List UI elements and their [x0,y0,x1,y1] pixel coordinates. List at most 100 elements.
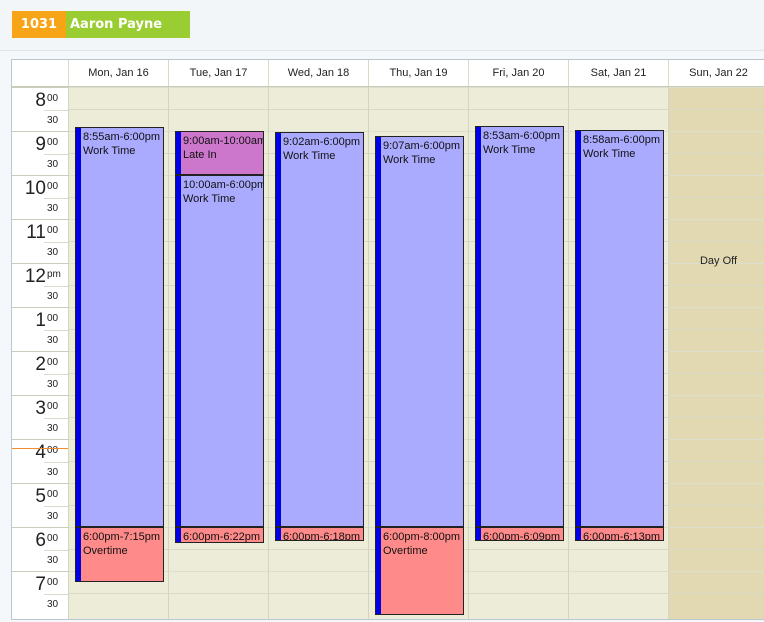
work-event[interactable]: 8:53am-6:00pm Work Time [475,126,564,527]
event-label: Work Time [383,154,436,166]
half-hour-gridline [169,549,268,550]
hour-slot: 2 00 30 [12,351,68,396]
hour-slot: 6 00 30 [12,527,68,572]
hour-number: 8 [35,90,46,111]
day-column[interactable]: 8:53am-6:00pm Work Time 6:00pm-6:09pm [468,87,568,619]
half-hour-gridline [669,241,764,242]
half-hour-gridline [569,593,668,594]
day-column-off[interactable]: Day Off [668,87,764,619]
work-event[interactable]: 8:58am-6:00pm Work Time [575,130,664,527]
day-column[interactable]: 9:00am-10:00am Late In 10:00am-6:00pm Work … [168,87,268,619]
overtime-event[interactable]: 6:00pm-6:18pm [275,527,364,541]
event-status-bar [576,131,581,526]
half-hour-gridline [569,549,668,550]
half-hour-gridline [669,109,764,110]
hour-slot: 10 00 30 [12,175,68,220]
half-hour-tick [44,198,68,199]
current-time-marker [12,448,68,449]
employee-bar: 1031 Aaron Payne [0,0,764,51]
event-status-bar [76,528,81,581]
hour-gridline [369,131,468,132]
hour-gridline [669,87,764,88]
hour-number: 7 [35,574,46,595]
overtime-event[interactable]: 6:00pm-6:09pm [475,527,564,541]
half-hour-gridline [69,593,168,594]
overtime-event[interactable]: 6:00pm-7:15pm Overtime [75,527,164,582]
event-time: 6:00pm-6:09pm [483,531,561,541]
day-column[interactable]: 9:07am-6:00pm Work Time 6:00pm-8:00pm Overt… [368,87,468,619]
half-hour-tick [44,110,68,111]
half-hour-label: 30 [47,379,59,390]
hour-slot: 1 00 30 [12,307,68,352]
day-column[interactable]: 8:55am-6:00pm Work Time 6:00pm-7:15pm Overt… [68,87,168,619]
event-label: Work Time [483,144,536,156]
half-hour-gridline [669,329,764,330]
hour-suffix: 00 [47,357,59,368]
half-hour-label: 30 [47,423,59,434]
half-hour-tick [44,462,68,463]
work-event[interactable]: 9:02am-6:00pm Work Time [275,132,364,527]
day-header[interactable]: Sat, Jan 21 [568,60,668,86]
half-hour-label: 30 [47,555,59,566]
half-hour-gridline [69,109,168,110]
hour-suffix: 00 [47,181,59,192]
half-hour-tick [44,594,68,595]
employee-id: 1031 [12,11,66,38]
work-event[interactable]: 9:07am-6:00pm Work Time [375,136,464,527]
hour-number: 10 [24,178,46,199]
hour-gridline [469,571,568,572]
half-hour-gridline [669,461,764,462]
overtime-event[interactable]: 6:00pm-6:13pm [575,527,664,541]
hour-number: 4 [35,442,46,463]
late-event[interactable]: 9:00am-10:00am Late In [175,131,264,175]
hour-slot: 4 00 30 [12,439,68,484]
half-hour-label: 30 [47,203,59,214]
overtime-event[interactable]: 6:00pm-8:00pm Overtime [375,527,464,615]
hour-gridline [669,571,764,572]
day-header[interactable]: Sun, Jan 22 [668,60,764,86]
schedule-calendar: Mon, Jan 16 Tue, Jan 17 Wed, Jan 18 Thu, Ja… [11,59,764,620]
event-label: Work Time [583,148,636,160]
hour-number: 5 [35,486,46,507]
half-hour-gridline [169,109,268,110]
hour-suffix: 00 [47,489,59,500]
hour-suffix: 00 [47,401,59,412]
event-time: 8:53am-6:00pm [483,130,561,142]
hour-suffix: 00 [47,445,59,456]
half-hour-gridline [469,593,568,594]
half-hour-tick [44,418,68,419]
day-column[interactable]: 8:58am-6:00pm Work Time 6:00pm-6:13pm [568,87,668,619]
half-hour-gridline [269,549,368,550]
hour-suffix: 00 [47,137,59,148]
header-corner [12,60,68,86]
work-event[interactable]: 8:55am-6:00pm Work Time [75,127,164,527]
day-header[interactable]: Mon, Jan 16 [68,60,168,86]
day-header[interactable]: Thu, Jan 19 [368,60,468,86]
hour-number: 3 [35,398,46,419]
day-column[interactable]: 9:02am-6:00pm Work Time 6:00pm-6:18pm [268,87,368,619]
day-header[interactable]: Wed, Jan 18 [268,60,368,86]
work-event[interactable]: 10:00am-6:00pm Work Time [175,175,264,527]
half-hour-gridline [669,549,764,550]
employee-badge[interactable]: 1031 Aaron Payne [12,11,190,38]
overtime-event[interactable]: 6:00pm-6:22pm [175,527,264,543]
half-hour-tick [44,242,68,243]
day-header[interactable]: Fri, Jan 20 [468,60,568,86]
half-hour-gridline [269,593,368,594]
half-hour-tick [44,286,68,287]
hour-number: 11 [26,222,46,243]
hour-slot: 12 pm 30 [12,263,68,308]
hour-suffix: 00 [47,225,59,236]
event-time: 6:00pm-6:13pm [583,531,661,541]
hour-gridline [669,307,764,308]
hour-gridline [269,571,368,572]
hour-gridline [69,87,168,88]
hour-gridline [669,527,764,528]
day-header[interactable]: Tue, Jan 17 [168,60,268,86]
half-hour-tick [44,506,68,507]
half-hour-gridline [669,285,764,286]
time-column: 8 00 30 9 00 30 10 00 30 11 00 30 12 pm 30 1 00 30 2 00 30 3 0… [12,87,69,619]
hour-gridline [269,87,368,88]
hour-gridline [669,219,764,220]
half-hour-label: 30 [47,335,59,346]
